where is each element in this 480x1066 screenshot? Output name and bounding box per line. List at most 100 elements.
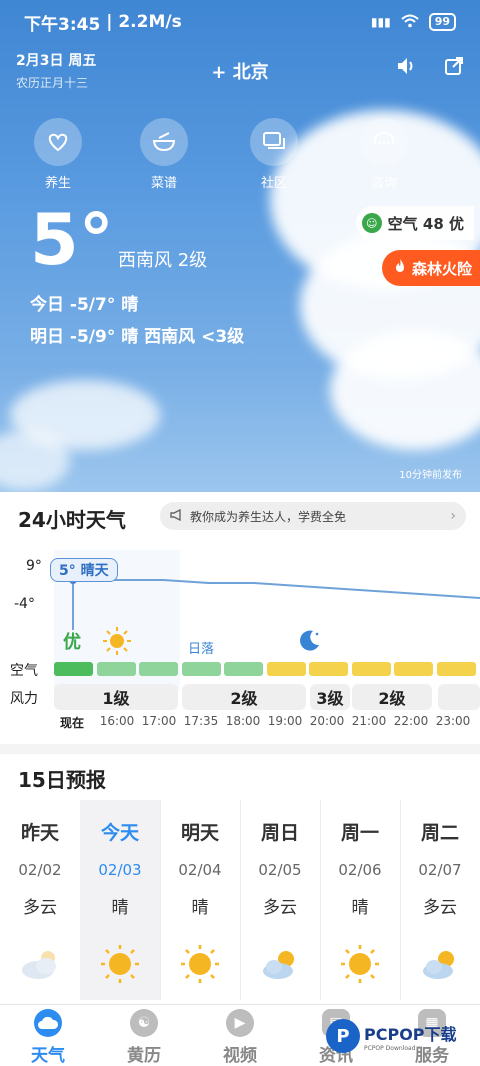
wind-force-pill: 2级	[182, 684, 306, 710]
signal-icon: ▮▮▮	[370, 15, 391, 29]
wind-force-pill	[438, 684, 480, 710]
flame-icon	[394, 258, 406, 278]
hourly-section: 24小时天气 教你成为养生达人，学费全免 › 9° -4° 5° 晴天 优 日落…	[0, 492, 480, 744]
chat-icon	[250, 118, 298, 166]
quick-link-consult[interactable]: 咨询	[344, 118, 424, 191]
partly-cloudy-icon	[418, 944, 462, 984]
section-divider	[0, 744, 480, 754]
forecast-day[interactable]: 昨天 02/02 多云	[0, 800, 80, 1000]
today-summary: 今日 -5/7° 晴	[30, 295, 139, 315]
hourly-title: 24小时天气	[18, 508, 126, 532]
current-wind: 西南风 2级	[118, 250, 208, 271]
air-quality-bar	[54, 662, 93, 676]
city-name: 北京	[232, 62, 269, 83]
forecast-day[interactable]: 周一 02/06 晴	[320, 800, 400, 1000]
day-name: 今天	[100, 822, 139, 844]
sunny-icon	[178, 944, 222, 984]
air-quality-good-text: 优	[63, 632, 81, 653]
sun-icon	[102, 626, 132, 660]
quick-link-label: 社区	[260, 176, 287, 191]
quick-link-community[interactable]: 社区	[234, 118, 314, 191]
sunny-icon	[98, 944, 142, 984]
heart-hands-icon	[34, 118, 82, 166]
day-date: 02/07	[418, 861, 462, 879]
status-bar: 下午3:45 | 2.2M/s ▮▮▮ 99	[24, 8, 456, 36]
watermark-text: PCPOP下载	[364, 1024, 457, 1044]
smiley-icon: ☺	[361, 213, 382, 233]
cloudy-icon	[18, 944, 62, 984]
day-date: 02/03	[98, 861, 142, 879]
fire-risk-text: 森林火险	[411, 259, 472, 278]
quick-link-health[interactable]: 养生	[18, 118, 98, 191]
quick-link-label: 咨询	[370, 176, 397, 191]
nav-video[interactable]: ▶ 视频	[200, 1009, 280, 1066]
forecast-day[interactable]: 周日 02/05 多云	[240, 800, 320, 1000]
day-weather: 多云	[23, 898, 57, 918]
air-quality-bar	[351, 662, 391, 676]
low-temp-label: -4°	[14, 596, 35, 612]
air-quality-bar	[181, 662, 221, 676]
watermark-logo: P	[326, 1019, 360, 1053]
day-name: 周二	[420, 822, 459, 844]
now-time-label: 现在	[60, 716, 85, 730]
hour-label: 23:00	[435, 714, 471, 728]
play-icon: ▶	[226, 1009, 254, 1037]
air-quality-badge[interactable]: ☺ 空气 48 优	[355, 206, 474, 240]
air-quality-bar	[436, 662, 476, 676]
quick-link-label: 菜谱	[150, 176, 177, 191]
publish-time: 10分钟前发布	[399, 470, 462, 481]
status-speed: 2.2M/s	[118, 12, 182, 32]
forecast-day[interactable]: 明天 02/04 晴	[160, 800, 240, 1000]
promo-banner[interactable]: 教你成为养生达人，学费全免 ›	[160, 502, 466, 530]
air-row-label: 空气	[10, 663, 38, 679]
forecast-day[interactable]: 周二 02/07 多云	[400, 800, 480, 1000]
day-name: 周一	[340, 822, 379, 844]
bowl-icon	[140, 118, 188, 166]
day-date: 02/04	[178, 861, 222, 879]
day-date: 02/02	[18, 861, 62, 879]
nav-label: 视频	[223, 1046, 257, 1066]
day-name: 明天	[180, 822, 219, 844]
add-city-icon: +	[211, 62, 227, 83]
day-date: 02/06	[338, 861, 382, 879]
quick-link-recipes[interactable]: 菜谱	[124, 118, 204, 191]
current-temperature: 5°	[30, 199, 114, 281]
nav-almanac[interactable]: ☯ 黄历	[104, 1009, 184, 1066]
watermark: P PCPOP下载 PCPOP Download	[326, 1014, 480, 1058]
status-time: 下午3:45	[24, 14, 101, 35]
watermark-text-block: PCPOP下载 PCPOP Download	[364, 1021, 457, 1052]
sunny-icon	[338, 944, 382, 984]
high-temp-label: 9°	[26, 558, 42, 574]
quick-link-label: 养生	[44, 176, 71, 191]
forecast-day-today[interactable]: 今天 02/03 晴	[80, 800, 160, 1000]
nav-label: 黄历	[127, 1046, 161, 1066]
day-name: 周日	[260, 822, 299, 844]
day-weather: 多云	[263, 898, 297, 918]
sunset-label: 日落	[188, 642, 215, 657]
day-name: 昨天	[20, 822, 59, 844]
nav-weather[interactable]: 天气	[8, 1009, 88, 1066]
share-icon[interactable]	[444, 56, 464, 81]
air-quality-bar	[139, 662, 178, 676]
forecast-title: 15日预报	[18, 768, 106, 792]
promo-text: 教你成为养生达人，学费全免	[190, 509, 347, 524]
partly-cloudy-icon	[258, 944, 302, 984]
tomorrow-summary: 明日 -5/9° 晴 西南风 <3级	[30, 327, 245, 347]
speaker-icon[interactable]	[396, 56, 418, 81]
air-quality-text: 空气 48 优	[387, 214, 464, 233]
wind-force-pill: 3级	[310, 684, 350, 710]
chevron-right-icon: ›	[450, 508, 456, 524]
current-hour-tooltip: 5° 晴天	[50, 558, 118, 582]
air-quality-bar	[266, 662, 306, 676]
wind-force-pill: 1级	[54, 684, 178, 710]
wind-row-label: 风力	[10, 691, 38, 707]
status-separator: |	[100, 12, 119, 32]
air-quality-bar	[394, 662, 433, 676]
watermark-subtext: PCPOP Download	[364, 1044, 416, 1052]
fire-risk-badge[interactable]: 森林火险	[381, 250, 480, 286]
day-date: 02/05	[258, 861, 302, 879]
air-quality-bar	[309, 662, 348, 676]
day-weather: 晴	[351, 898, 369, 918]
moon-icon	[296, 628, 322, 658]
yinyang-icon: ☯	[130, 1009, 158, 1037]
